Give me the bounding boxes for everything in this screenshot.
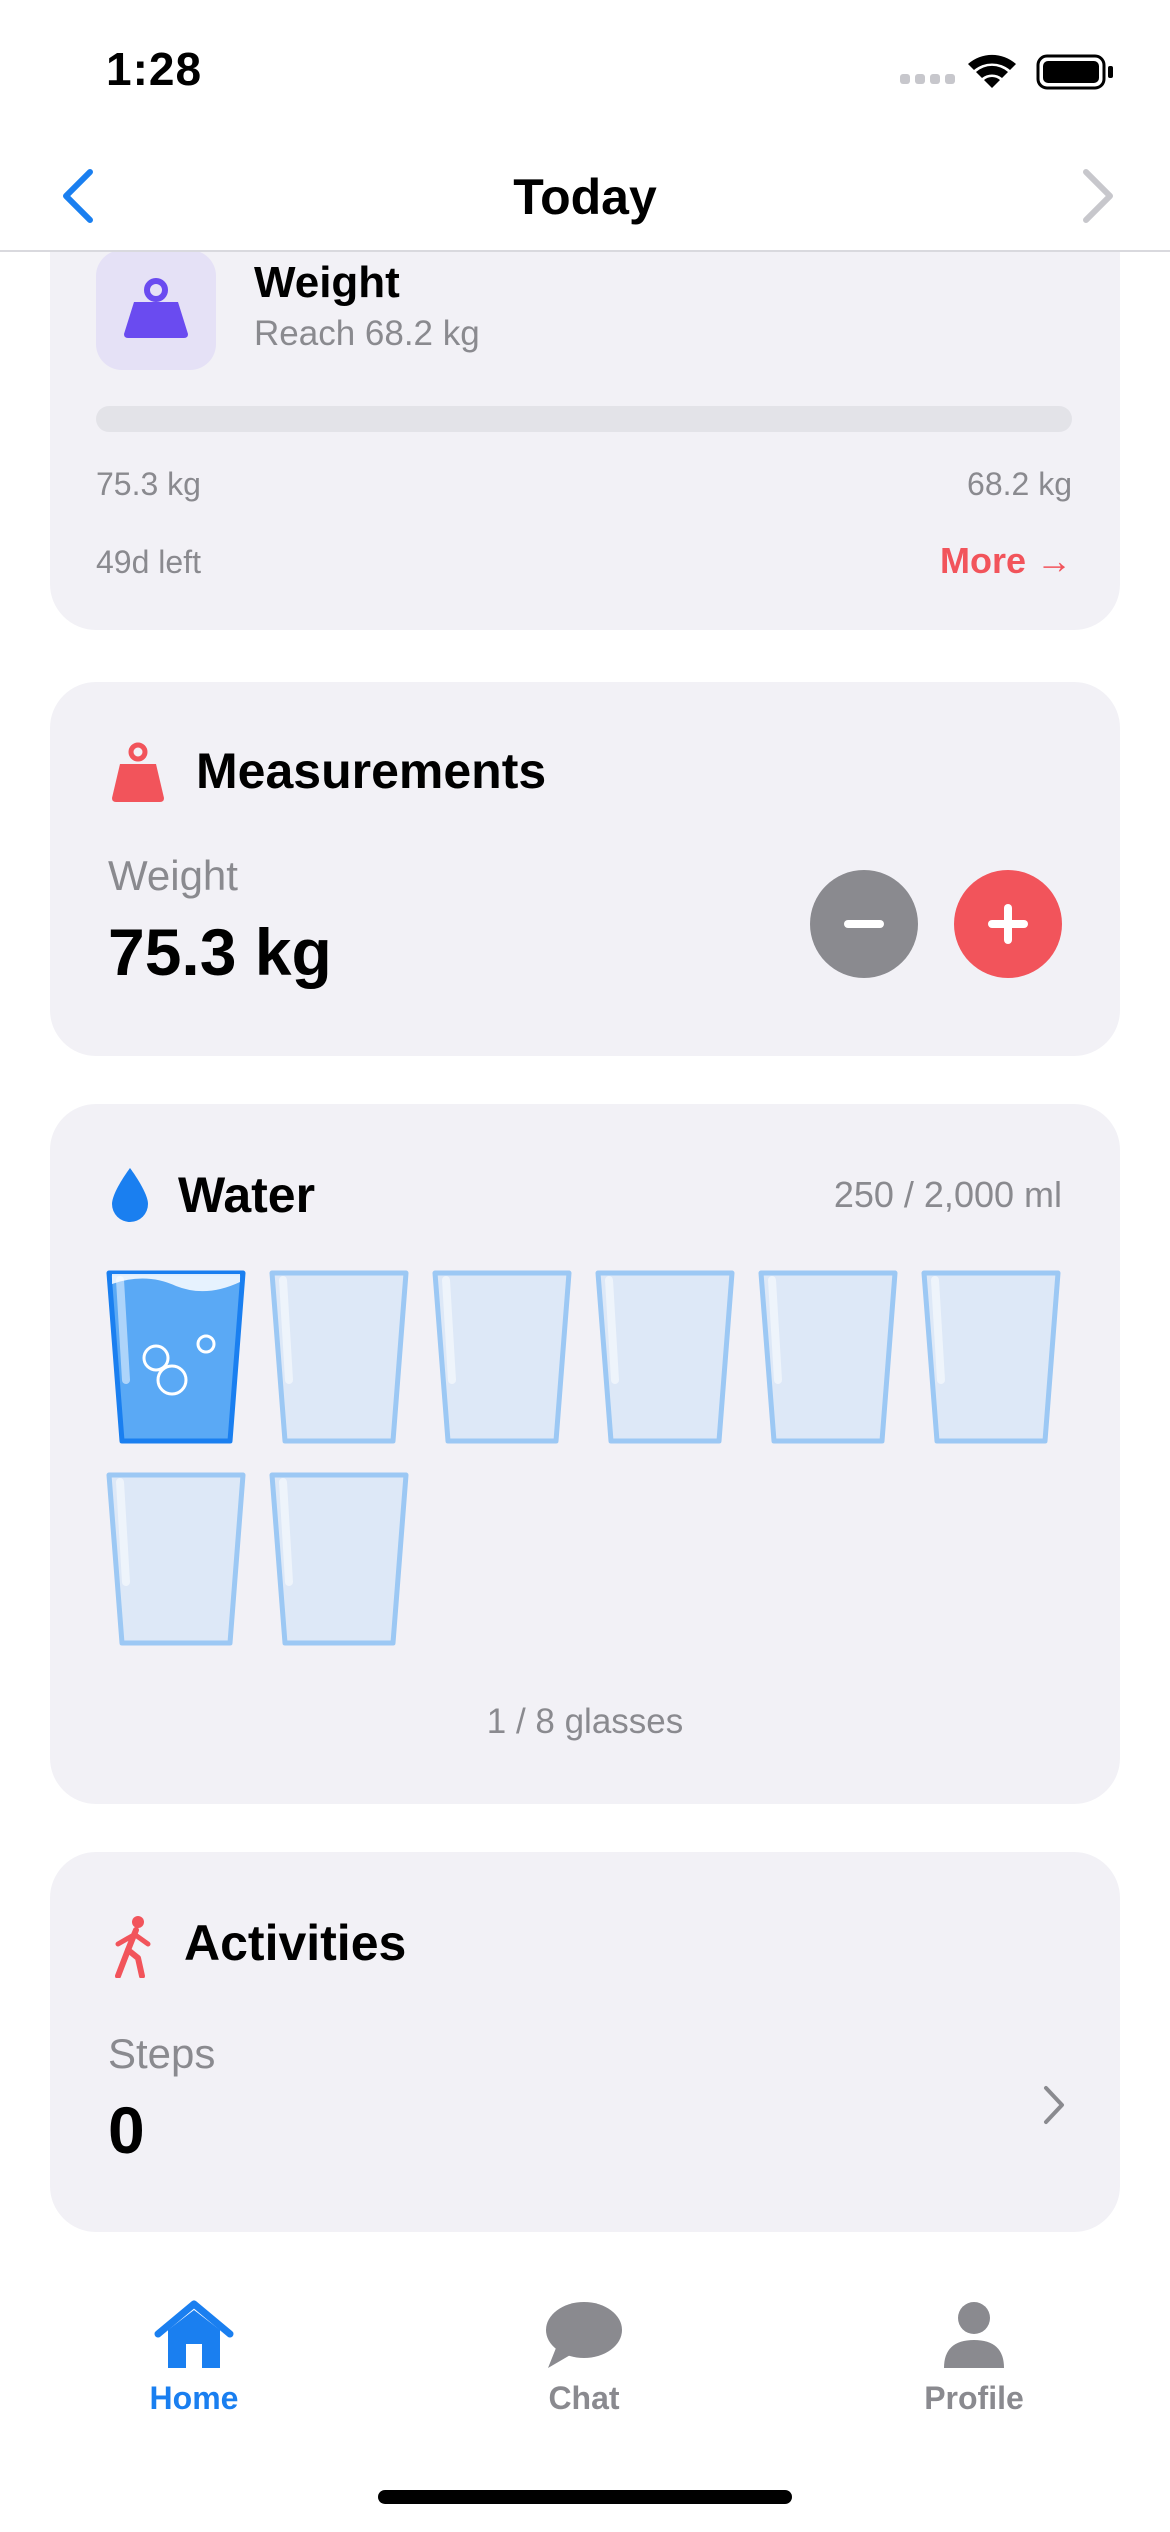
goal-title: Weight [254, 258, 400, 307]
water-amount: 250 / 2,000 ml [833, 1174, 1062, 1215]
steps-value: 0 [108, 2093, 145, 2167]
tab-label: Home [149, 2380, 239, 2416]
water-glass-empty[interactable] [921, 1270, 1061, 1444]
navigation-bar: Today [0, 150, 1170, 252]
water-glass-empty[interactable] [269, 1472, 409, 1646]
water-glass-empty[interactable] [269, 1270, 409, 1444]
chevron-right-icon[interactable] [1038, 2080, 1068, 2130]
wifi-icon [968, 54, 1016, 88]
measurements-card: Measurements Weight 75.3 kg [50, 682, 1120, 1056]
walking-person-icon [115, 1916, 151, 1978]
goal-subtitle: Reach 68.2 kg [254, 314, 480, 353]
water-glass-empty[interactable] [106, 1472, 246, 1646]
water-drop-icon [112, 1168, 148, 1222]
battery-icon [1036, 54, 1113, 90]
status-time: 1:28 [106, 43, 203, 95]
goal-days-left: 49d left [96, 544, 201, 580]
weight-scale-icon [112, 742, 164, 802]
goal-target-weight: 68.2 kg [967, 466, 1072, 502]
steps-label: Steps [108, 2030, 216, 2077]
tab-chat[interactable]: Chat [484, 2298, 684, 2438]
tab-label: Chat [548, 2380, 620, 2416]
decrease-weight-button[interactable] [810, 870, 918, 978]
measurement-label: Weight [108, 852, 238, 899]
tab-profile[interactable]: Profile [874, 2298, 1074, 2438]
activities-title: Activities [184, 1915, 407, 1971]
house-icon [154, 2300, 234, 2368]
measurements-title: Measurements [196, 743, 547, 799]
water-card: Water 250 / 2,000 ml 1 / 8 glasses [50, 1104, 1120, 1804]
water-glass-filled[interactable] [106, 1270, 246, 1444]
minus-icon [844, 920, 884, 928]
increase-weight-button[interactable] [954, 870, 1062, 978]
water-glass-empty[interactable] [595, 1270, 735, 1444]
tab-label: Profile [924, 2380, 1024, 2416]
goal-icon-tile [96, 250, 216, 370]
tab-home[interactable]: Home [94, 2298, 294, 2438]
goal-start-weight: 75.3 kg [96, 466, 201, 502]
kettlebell-icon [124, 278, 188, 338]
water-glass-empty[interactable] [432, 1270, 572, 1444]
home-indicator [378, 2490, 792, 2504]
chat-bubble-icon [546, 2302, 622, 2368]
goal-progress-bar [96, 406, 1072, 432]
activities-card[interactable]: Activities Steps 0 [50, 1852, 1120, 2232]
chevron-right-icon[interactable] [1070, 166, 1120, 226]
more-link[interactable]: More → [940, 540, 1072, 582]
person-icon [944, 2302, 1004, 2368]
cellular-signal-icon [900, 74, 955, 84]
water-title: Water [178, 1167, 316, 1223]
water-glass-count: 1 / 8 glasses [486, 1702, 684, 1741]
water-glass-empty[interactable] [758, 1270, 898, 1444]
measurement-value: 75.3 kg [108, 915, 332, 989]
status-indicators [900, 52, 1120, 92]
page-title: Today [513, 169, 657, 225]
weight-goal-card[interactable]: Weight Reach 68.2 kg 75.3 kg 68.2 kg 49d… [50, 190, 1120, 630]
